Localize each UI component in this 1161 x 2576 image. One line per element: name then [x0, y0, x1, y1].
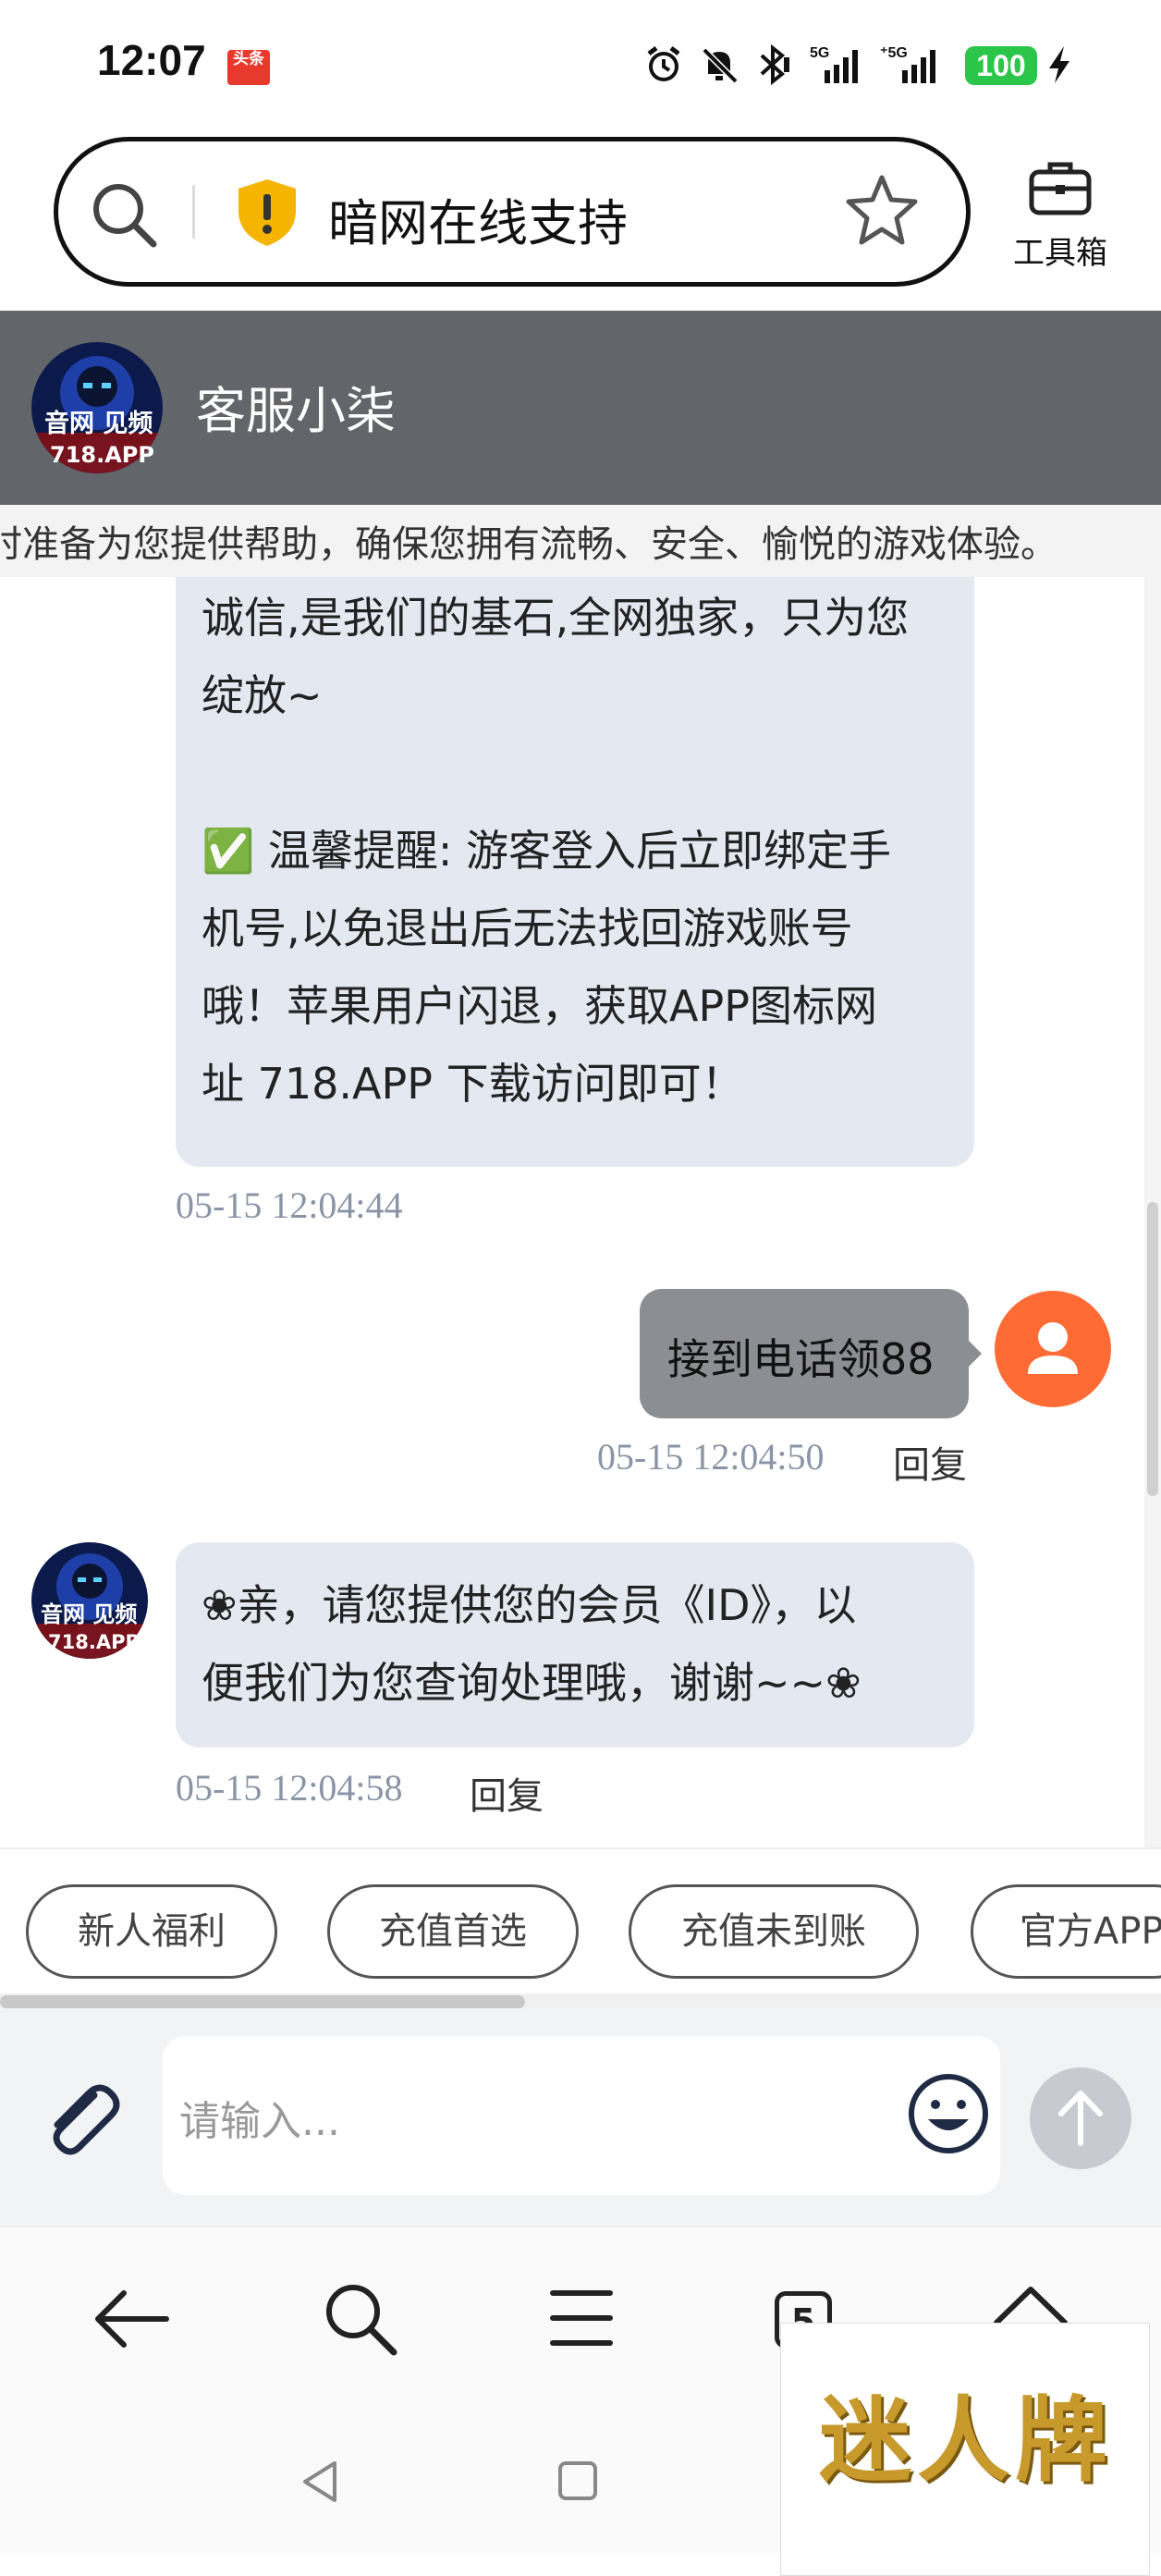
- quick-reply-chip[interactable]: 充值首选: [327, 1884, 579, 1979]
- message-line: ✅ 温馨提醒: 游客登入后立即绑定手: [202, 826, 892, 876]
- back-arrow-icon[interactable]: [92, 2284, 172, 2358]
- svg-text:⁺5G: ⁺5G: [880, 45, 908, 61]
- signal-5g-2-icon: ⁺5G: [878, 41, 948, 89]
- message-line: ❀亲，请您提供您的会员《ID》，以: [202, 1580, 857, 1630]
- charging-icon: [1041, 41, 1078, 89]
- system-home-icon[interactable]: [556, 2459, 599, 2506]
- agent-name: 客服小柒: [196, 382, 396, 440]
- message-line: 哦！苹果用户闪退，获取APP图标网: [202, 981, 877, 1031]
- message-line: 诚信,是我们的基石,全网独家，只为您: [202, 593, 910, 643]
- search-icon[interactable]: [87, 178, 161, 255]
- toutiao-app-badge: 头条: [227, 50, 270, 85]
- toolbox-label[interactable]: 工具箱: [1013, 227, 1107, 273]
- watermark-text: 迷人牌: [819, 2386, 1113, 2495]
- user-message-text: 接到电话领88: [667, 1334, 935, 1384]
- emoji-icon[interactable]: [906, 2071, 991, 2160]
- svg-text:5G: 5G: [810, 45, 829, 61]
- agent-avatar-text: 音网 见频: [44, 410, 153, 438]
- toolbox-icon[interactable]: [1028, 159, 1093, 220]
- security-shield-icon[interactable]: [235, 176, 299, 253]
- announcement-text-overlay: 时准备为您提供帮助，确保您拥有流畅、安全、愉悦的游戏体验。: [0, 523, 1057, 566]
- agent-avatar-url: 718.APP: [50, 442, 154, 468]
- chips-scrollbar-thumb[interactable]: [0, 1995, 525, 2008]
- battery-indicator: 100: [965, 46, 1037, 85]
- user-avatar-icon[interactable]: [995, 1291, 1111, 1411]
- reply-button[interactable]: 回复: [893, 1435, 967, 1489]
- message-timestamp: 05-15 12:04:58: [176, 1767, 403, 1809]
- message-line: 绽放~: [202, 670, 323, 720]
- message-timestamp: 05-15 12:04:50: [597, 1436, 825, 1478]
- search-icon[interactable]: [320, 2278, 399, 2361]
- alarm-icon: [642, 41, 686, 89]
- agent-avatar-text: 音网 见频: [41, 1601, 138, 1627]
- bookmark-star-icon[interactable]: [845, 172, 919, 250]
- signal-5g-icon: 5G: [806, 41, 871, 89]
- status-time: 12:07: [97, 36, 206, 84]
- agent-message-bubble[interactable]: 诚信,是我们的基石,全网独家，只为您 绽放~ ✅ 温馨提醒: 游客登入后立即绑定…: [176, 555, 974, 1167]
- message-line: 机号,以免退出后无法找回游戏账号: [202, 903, 853, 953]
- quick-reply-chip[interactable]: 新人福利: [26, 1884, 277, 1979]
- address-divider: [192, 185, 195, 239]
- mute-icon: [697, 41, 741, 89]
- address-text[interactable]: 暗网在线支持: [328, 182, 628, 255]
- chips-divider: [0, 1847, 1161, 1849]
- quick-reply-chip[interactable]: 官方APP: [971, 1884, 1161, 1979]
- user-bubble-tail: [965, 1337, 982, 1370]
- agent-message-bubble[interactable]: ❀亲，请您提供您的会员《ID》，以 便我们为您查询处理哦，谢谢~~❀: [176, 1542, 974, 1748]
- quick-reply-chip[interactable]: 充值未到账: [629, 1884, 919, 1979]
- attachment-icon[interactable]: [37, 2075, 126, 2167]
- reply-button[interactable]: 回复: [470, 1766, 544, 1820]
- system-back-icon[interactable]: [298, 2458, 342, 2509]
- announcement-marquee-overlay: 时准备为您提供帮助，确保您拥有流畅、安全、愉悦的游戏体验。: [0, 505, 1161, 577]
- menu-icon[interactable]: [549, 2288, 614, 2352]
- message-line: 便我们为您查询处理哦，谢谢~~❀: [202, 1658, 862, 1708]
- message-line: 址 718.APP 下载访问即可！: [202, 1059, 744, 1109]
- chat-header: [0, 311, 1161, 505]
- agent-avatar-url: 718.APP: [48, 1631, 140, 1653]
- message-timestamp: 05-15 12:04:44: [176, 1184, 403, 1226]
- bluetooth-icon: [751, 41, 795, 89]
- chat-scrollbar-thumb[interactable]: [1147, 1202, 1158, 1496]
- send-arrow-icon[interactable]: [1050, 2086, 1111, 2154]
- message-input-placeholder[interactable]: 请输入...: [179, 2088, 340, 2147]
